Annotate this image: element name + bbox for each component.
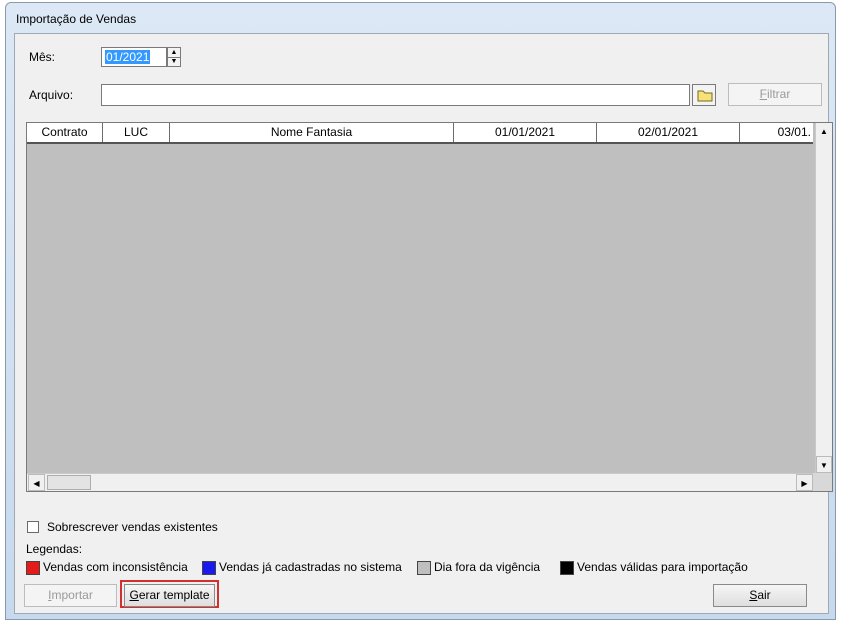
- import-sales-window: Importação de Vendas Mês: 01/2021 ▲ ▼ Ar…: [5, 2, 836, 620]
- generate-template-mnemonic: G: [129, 588, 139, 602]
- column-header[interactable]: Nome Fantasia: [170, 123, 454, 142]
- sales-grid[interactable]: Contrato LUC Nome Fantasia 01/01/2021 02…: [26, 122, 833, 492]
- scroll-right-icon[interactable]: ▶: [796, 474, 813, 491]
- window-client-area: Mês: 01/2021 ▲ ▼ Arquivo: Filtrar Contra…: [14, 33, 833, 614]
- import-button[interactable]: Importar: [24, 584, 117, 607]
- browse-folder-button[interactable]: [692, 84, 716, 106]
- generate-template-label: erar template: [138, 588, 210, 602]
- window-title: Importação de Vendas: [16, 12, 137, 26]
- filter-button[interactable]: Filtrar: [728, 83, 822, 106]
- month-label: Mês:: [29, 50, 56, 64]
- column-header[interactable]: 03/01.: [740, 123, 813, 142]
- column-header[interactable]: 01/01/2021: [454, 123, 597, 142]
- exit-button[interactable]: Sair: [713, 584, 807, 607]
- scroll-left-icon[interactable]: ◀: [28, 474, 45, 491]
- scroll-up-icon[interactable]: ▲: [816, 123, 832, 140]
- generate-template-button[interactable]: Gerar template: [124, 584, 215, 607]
- horizontal-scroll-thumb[interactable]: [47, 475, 91, 490]
- file-path-input[interactable]: [101, 84, 690, 106]
- exit-label: air: [757, 588, 771, 602]
- month-spinner[interactable]: ▲ ▼: [167, 47, 181, 67]
- legend-item-valid: Vendas válidas para importação: [577, 560, 748, 574]
- legend-swatch-black: [560, 561, 574, 575]
- legend-item-registered: Vendas já cadastradas no sistema: [219, 560, 402, 574]
- overwrite-checkbox[interactable]: [27, 521, 39, 533]
- horizontal-scrollbar[interactable]: ◀ ▶: [27, 473, 815, 491]
- folder-icon: [697, 90, 713, 102]
- spin-down-icon[interactable]: ▼: [168, 57, 180, 66]
- legend-swatch-gray: [417, 561, 431, 575]
- title-bar[interactable]: Importação de Vendas: [6, 3, 835, 33]
- scroll-corner: [813, 473, 832, 491]
- legend-title: Legendas:: [26, 542, 83, 556]
- legend-item-out-of-validity: Dia fora da vigência: [434, 560, 541, 574]
- overwrite-label[interactable]: Sobrescrever vendas existentes: [47, 520, 218, 534]
- column-header[interactable]: Contrato: [27, 123, 103, 142]
- month-value: 01/2021: [105, 50, 151, 64]
- filter-mnemonic: F: [759, 87, 767, 101]
- legend-swatch-red: [26, 561, 40, 575]
- import-label: mportar: [51, 588, 93, 602]
- month-input[interactable]: 01/2021: [101, 47, 167, 67]
- column-header[interactable]: LUC: [103, 123, 170, 142]
- legend-swatch-blue: [202, 561, 216, 575]
- grid-header: Contrato LUC Nome Fantasia 01/01/2021 02…: [27, 123, 813, 144]
- vertical-scrollbar[interactable]: ▲ ▼: [815, 123, 832, 473]
- file-label: Arquivo:: [29, 88, 74, 102]
- scroll-down-icon[interactable]: ▼: [816, 456, 832, 473]
- legend-item-inconsistency: Vendas com inconsistência: [43, 560, 188, 574]
- column-header[interactable]: 02/01/2021: [597, 123, 740, 142]
- filter-label: iltrar: [767, 87, 791, 101]
